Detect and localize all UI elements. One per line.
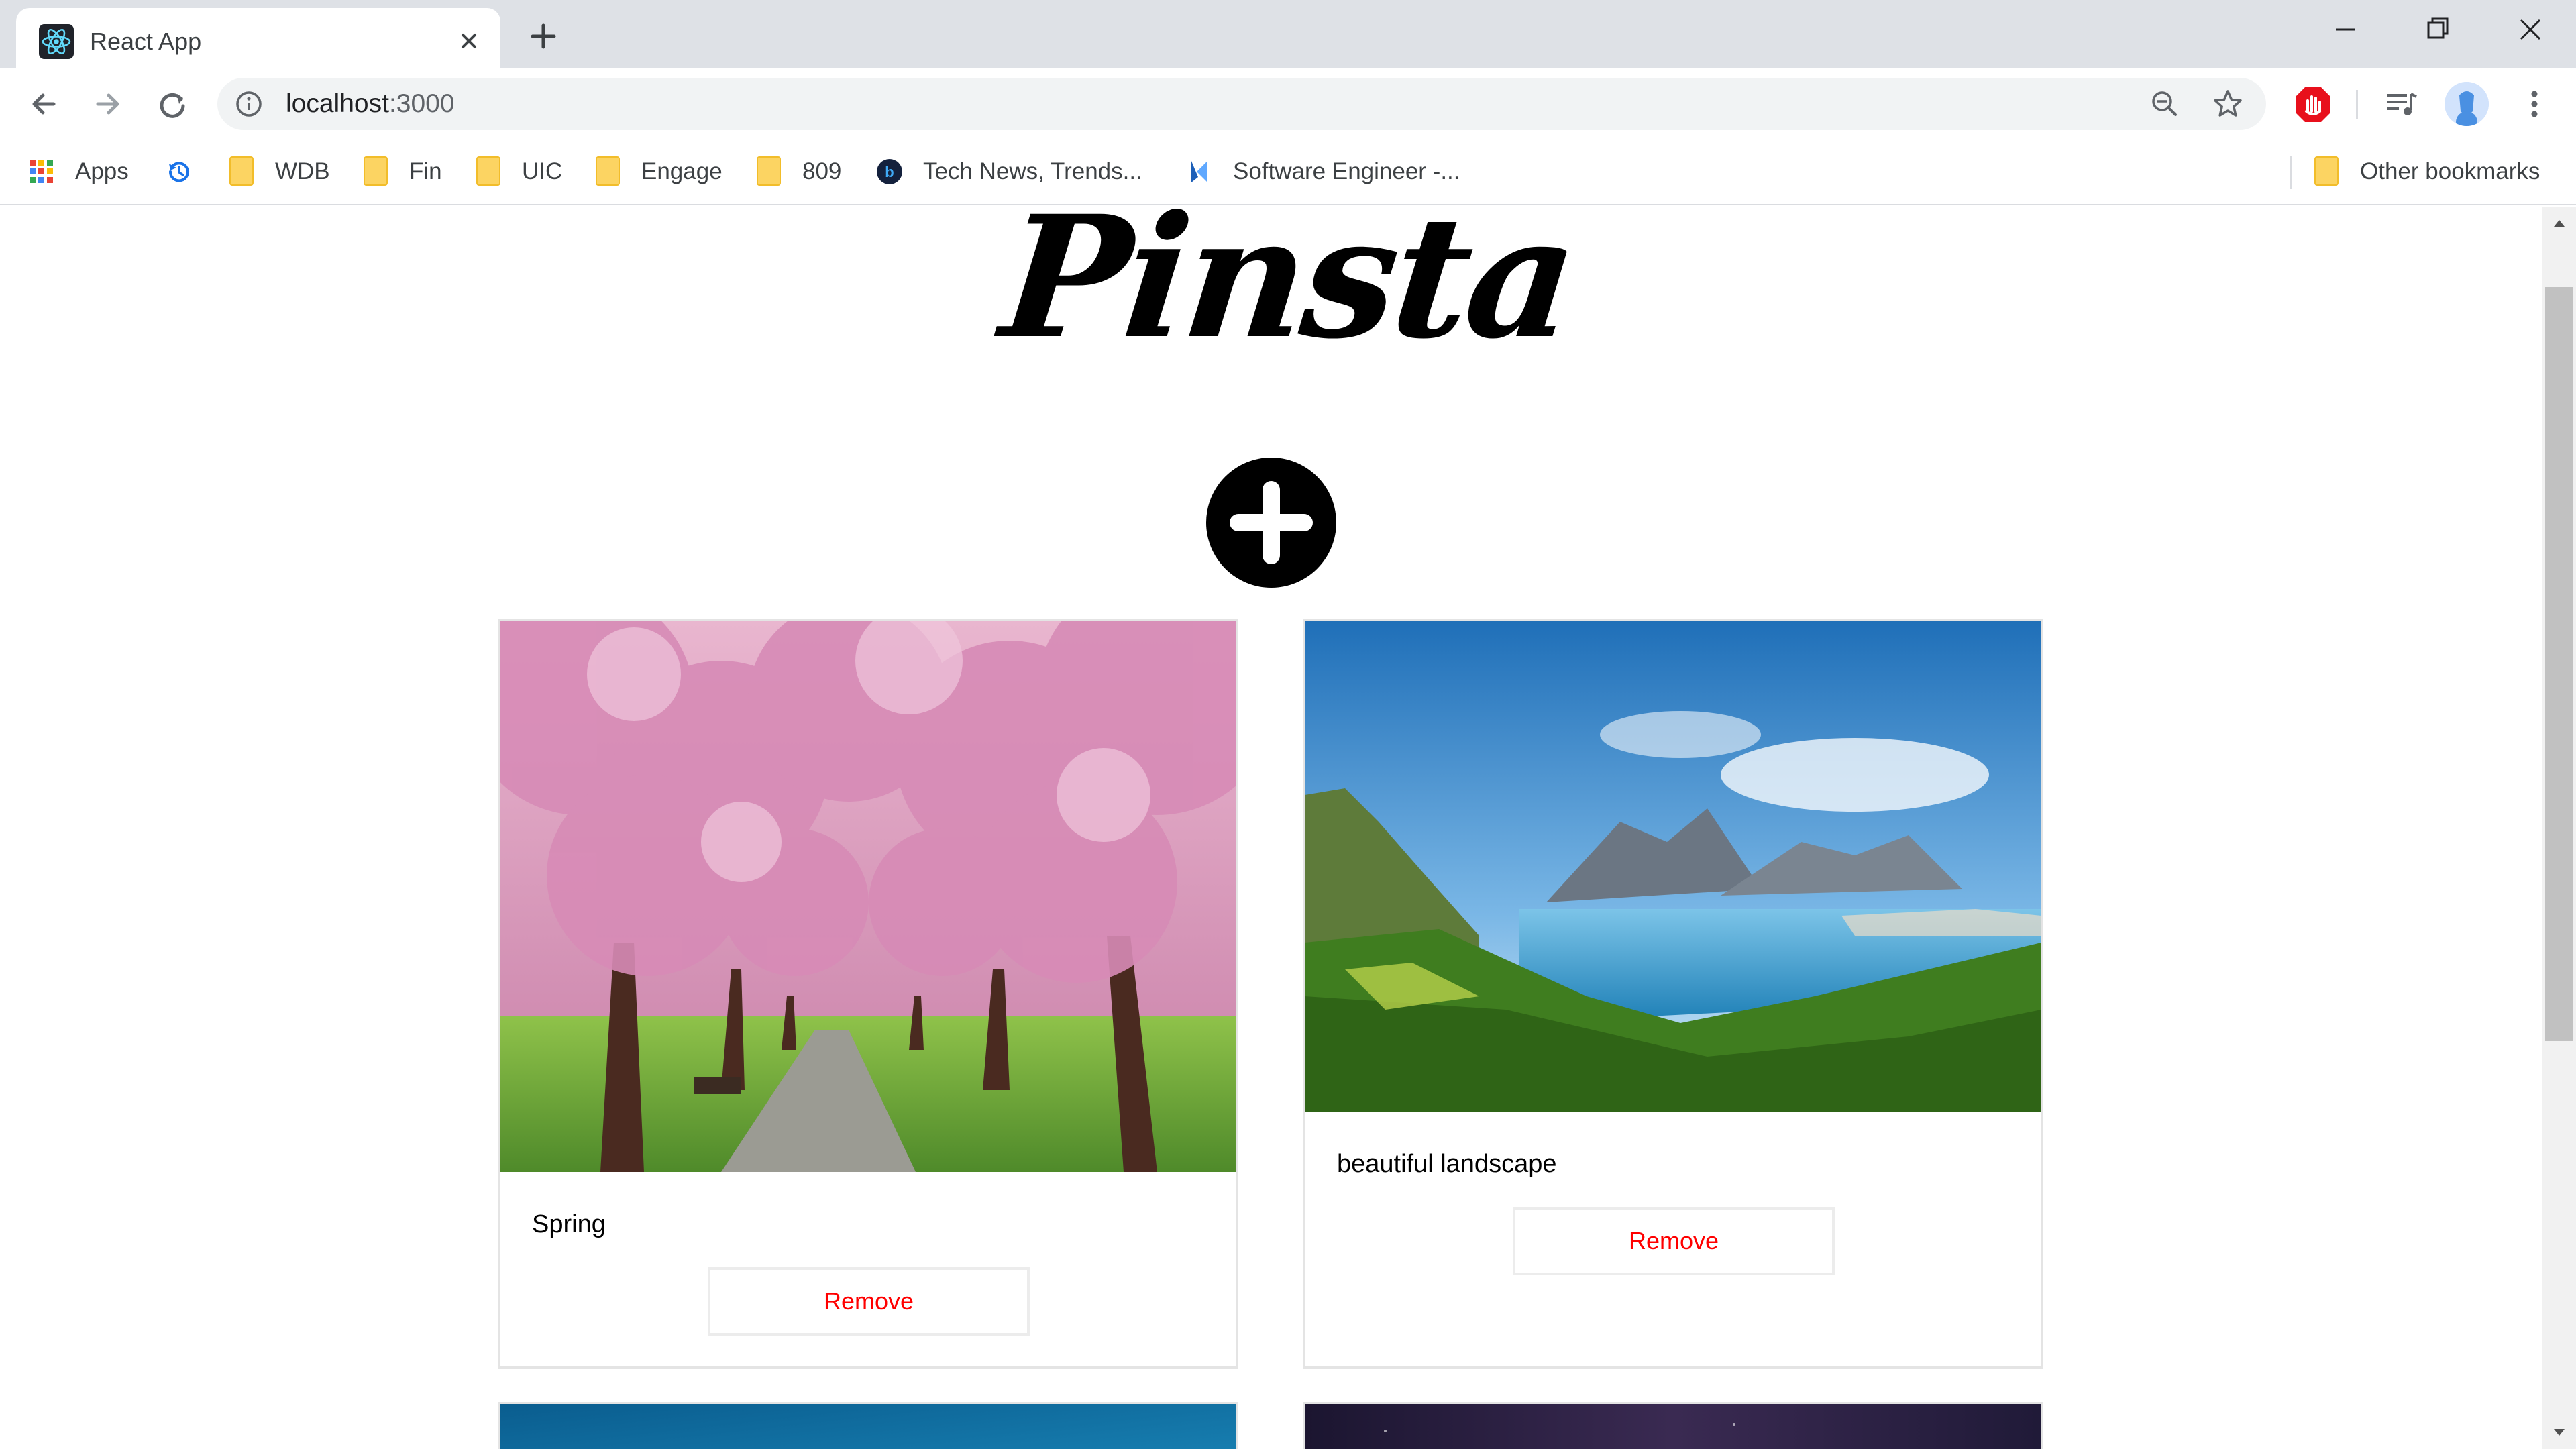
night-sky-photo [1305,1404,2041,1449]
bookmark-history[interactable] [165,152,197,192]
folder-icon [2314,156,2339,186]
bookmark-label: Engage [641,158,722,184]
pin-card [1303,1402,2043,1449]
bookmark-label: Tech News, Trends... [923,158,1142,184]
pin-caption: beautiful landscape [1337,1150,1557,1178]
bookmark-809[interactable]: 809 [755,152,849,192]
address-bar[interactable]: localhost:3000 [217,78,2266,130]
tab-title: React App [90,28,202,55]
page-scrollbar[interactable] [2542,207,2576,1449]
url-text[interactable]: localhost:3000 [286,87,455,121]
folder-icon [757,156,781,186]
bookmark-tech-news[interactable]: b Tech News, Trends... [876,152,1144,192]
browser-window: React App localhost:3000 Apps WDB Fin UI… [0,0,2576,1449]
toolbar-divider [2356,90,2358,119]
b-logo-icon: b [876,158,903,185]
reload-button[interactable] [148,79,197,129]
zoom-out-icon[interactable] [2148,87,2182,121]
forward-button[interactable] [83,79,133,129]
scrollbar-thumb[interactable] [2545,287,2573,1041]
bookmark-label: UIC [522,158,563,184]
bookmark-label: Apps [75,158,129,184]
tab-react-app[interactable]: React App [16,8,500,68]
bookmark-software-engineer[interactable]: Software Engineer -... [1186,152,1481,192]
url-port: :3000 [388,89,455,118]
remove-button[interactable]: Remove [1513,1207,1835,1275]
bookmarks-bar: Apps WDB Fin UIC Engage 809 b Tech News,… [0,140,2576,205]
folder-icon [476,156,500,186]
add-pin-button[interactable] [1206,458,1336,588]
back-button[interactable] [19,79,68,129]
minimize-window-button[interactable] [2300,0,2391,60]
pin-card: beautiful landscape Remove [1303,619,2043,1368]
ocean-photo [500,1404,1236,1449]
pin-card: Spring Remove [498,619,1238,1368]
tab-strip: React App [0,0,2576,68]
bookmark-label: Other bookmarks [2360,158,2540,184]
bookmarks-divider [2290,156,2292,189]
landscape-photo [1305,621,2041,1112]
bookmark-apps[interactable]: Apps [28,152,142,192]
restore-window-button[interactable] [2392,0,2483,60]
remove-button[interactable]: Remove [708,1267,1030,1336]
new-tab-button[interactable] [521,13,566,59]
close-window-button[interactable] [2485,0,2576,60]
adblock-extension-icon[interactable] [2293,85,2333,125]
close-tab-icon[interactable] [449,21,488,60]
folder-icon [364,156,388,186]
plus-icon [1230,481,1313,564]
pin-caption: Spring [532,1210,606,1238]
folder-icon [596,156,620,186]
react-logo-icon [39,24,74,59]
folder-icon [229,156,254,186]
bookmark-label: 809 [802,158,842,184]
bookmark-label: WDB [275,158,330,184]
scroll-down-arrow-icon[interactable] [2549,1422,2569,1442]
brand-logo: Pinsta [994,207,1582,376]
svg-text:b: b [885,164,894,180]
profile-avatar[interactable] [2445,82,2489,126]
bookmark-engage[interactable]: Engage [594,152,729,192]
bookmark-label: Software Engineer -... [1233,158,1460,184]
page-viewport: Pinsta Spring Remove beautiful landscape… [0,207,2542,1449]
browser-toolbar: localhost:3000 [0,68,2576,140]
bookmark-label: Fin [409,158,442,184]
more-menu-icon[interactable] [2514,83,2555,125]
apps-grid-icon [28,158,55,185]
url-host: localhost [286,89,389,118]
bookmark-wdb[interactable]: WDB [228,152,342,192]
media-control-icon[interactable] [2380,83,2422,125]
k-logo-icon [1186,158,1213,185]
history-icon [165,158,192,185]
bookmark-fin[interactable]: Fin [362,152,449,192]
cherry-blossom-photo [500,621,1236,1172]
bookmark-star-icon[interactable] [2210,86,2246,122]
other-bookmarks[interactable]: Other bookmarks [2313,152,2555,192]
bookmark-uic[interactable]: UIC [475,152,569,192]
pin-card [498,1402,1238,1449]
scroll-up-arrow-icon[interactable] [2549,213,2569,233]
info-icon[interactable] [235,90,263,118]
